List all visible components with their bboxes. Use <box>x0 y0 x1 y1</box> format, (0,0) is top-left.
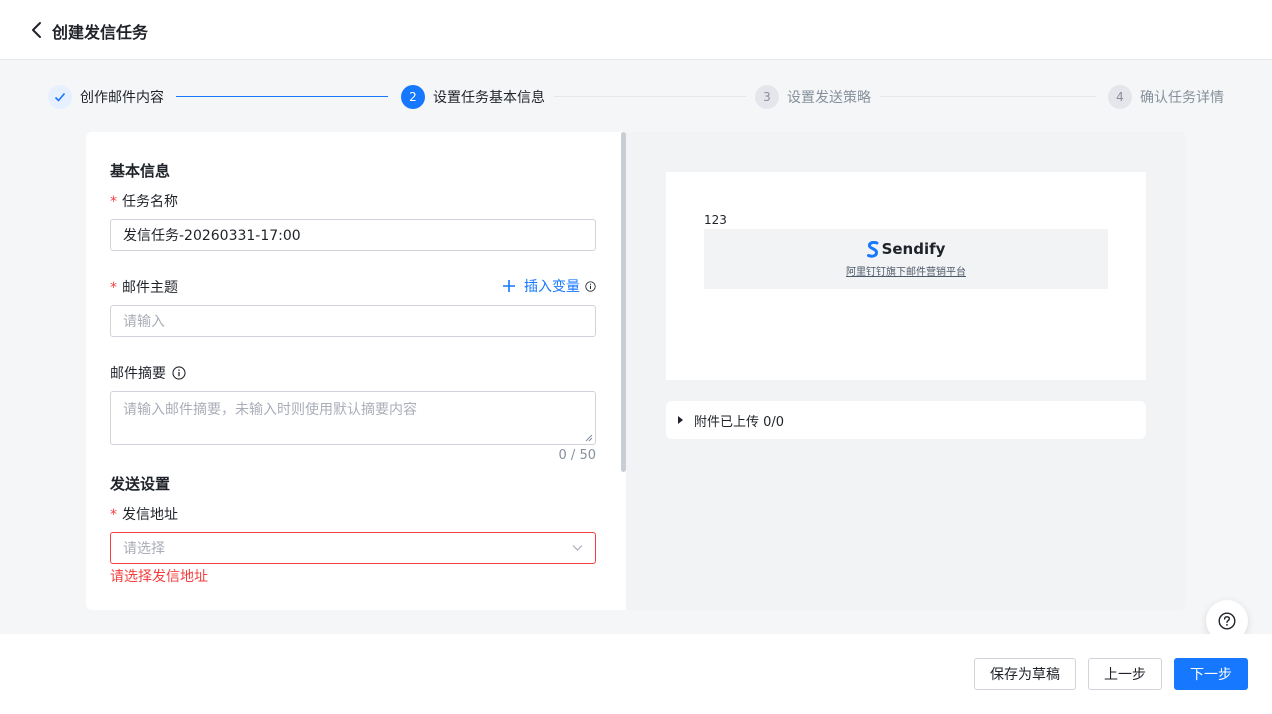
mail-body-text: 123 <box>704 213 727 227</box>
plus-icon <box>503 280 515 292</box>
brand-name: Sendify <box>881 240 946 258</box>
subject-label: * 邮件主题 <box>110 280 178 296</box>
step-label: 确认任务详情 <box>1140 90 1224 106</box>
step-4: 4 确认任务详情 <box>1108 84 1224 110</box>
brand-tagline-link[interactable]: 阿里钉钉旗下邮件营销平台 <box>704 263 1108 278</box>
step-3: 3 设置发送策略 <box>755 84 871 110</box>
step-2: 2 设置任务基本信息 <box>401 84 545 110</box>
page-title: 创建发信任务 <box>52 23 149 42</box>
step-number: 4 <box>1108 85 1132 109</box>
mail-footer: Sendify 阿里钉钉旗下邮件营销平台 <box>704 229 1108 289</box>
resize-handle-icon[interactable] <box>585 434 593 442</box>
attachments-toggle[interactable]: 附件已上传 0/0 <box>666 401 1146 439</box>
previous-step-button[interactable]: 上一步 <box>1088 658 1162 690</box>
bottom-bar: 保存为草稿 上一步 下一步 <box>0 634 1272 714</box>
check-icon <box>48 85 72 109</box>
step-connector <box>554 96 746 97</box>
mail-preview: 123 Sendify 阿里钉钉旗下邮件营销平台 <box>666 172 1146 380</box>
preview-panel: 123 Sendify 阿里钉钉旗下邮件营销平台 附件已上传 0/0 <box>626 132 1186 610</box>
sender-label: * 发信地址 <box>110 507 178 523</box>
summary-placeholder: 请输入邮件摘要，未输入时则使用默认摘要内容 <box>123 402 417 418</box>
form-panel: 基本信息 * 任务名称 发信任务-20260331-17:00 * 邮件主题 插入变… <box>86 132 626 610</box>
back-icon[interactable] <box>28 20 46 40</box>
step-label: 创作邮件内容 <box>80 90 164 106</box>
summary-label: 邮件摘要 <box>110 363 186 383</box>
summary-counter: 0 / 50 <box>558 448 596 463</box>
step-connector <box>880 96 1096 97</box>
task-name-input[interactable]: 发信任务-20260331-17:00 <box>110 219 596 251</box>
sender-error: 请选择发信地址 <box>110 569 208 585</box>
info-icon[interactable] <box>172 366 186 380</box>
summary-textarea[interactable]: 请输入邮件摘要，未输入时则使用默认摘要内容 <box>110 391 596 445</box>
brand-logo: Sendify <box>704 240 1108 258</box>
send-settings-title: 发送设置 <box>110 475 171 493</box>
step-number: 3 <box>755 85 779 109</box>
sender-select[interactable]: 请选择 <box>110 532 596 564</box>
chevron-down-icon <box>572 545 583 551</box>
attachments-label: 附件已上传 0/0 <box>694 414 785 430</box>
sendify-logo-icon <box>866 240 879 258</box>
save-draft-button[interactable]: 保存为草稿 <box>974 658 1076 690</box>
caret-right-icon <box>678 416 683 424</box>
insert-variable-button[interactable]: 插入变量 <box>502 276 596 296</box>
task-name-label: * 任务名称 <box>110 194 178 210</box>
step-1: 创作邮件内容 <box>48 84 164 110</box>
sender-placeholder: 请选择 <box>123 541 165 557</box>
top-bar: 创建发信任务 <box>0 0 1272 60</box>
stepper: 创作邮件内容 2 设置任务基本信息 3 设置发送策略 4 确认任务详情 <box>48 84 1228 110</box>
step-number: 2 <box>401 85 425 109</box>
step-label: 设置任务基本信息 <box>433 90 545 106</box>
basic-info-title: 基本信息 <box>110 162 171 180</box>
info-icon <box>585 280 596 292</box>
subject-input[interactable]: 请输入 <box>110 305 596 337</box>
insert-variable-label: 插入变量 <box>524 279 580 295</box>
step-label: 设置发送策略 <box>787 90 871 106</box>
next-step-button[interactable]: 下一步 <box>1174 658 1248 690</box>
help-icon <box>1218 612 1236 630</box>
step-connector <box>176 96 388 97</box>
